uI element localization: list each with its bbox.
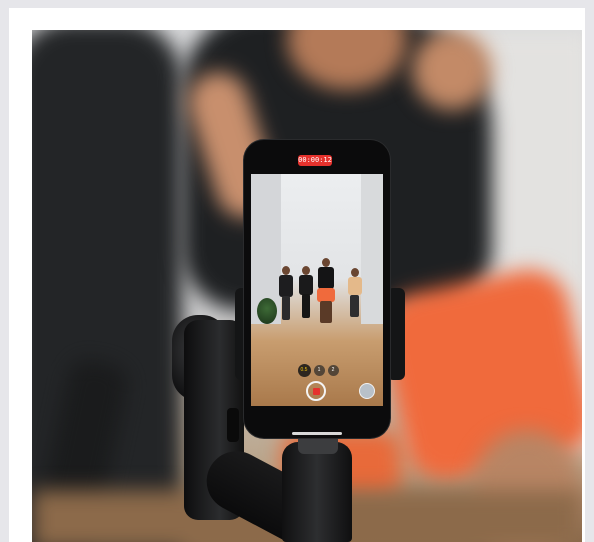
zoom-selector: 0.5 1 2 (297, 363, 339, 377)
background-dancer-hand (412, 30, 492, 110)
home-indicator (292, 432, 342, 435)
zoom-option[interactable]: 1 (313, 364, 325, 376)
stop-icon (312, 387, 320, 395)
room-wall-right (361, 174, 383, 324)
dancer-head (322, 258, 330, 267)
smartphone: 00:00:12 0.5 1 2 (244, 140, 390, 438)
dancer-shorts (317, 288, 335, 302)
zoom-option[interactable]: 0.5 (297, 363, 311, 377)
zoom-option[interactable]: 2 (327, 364, 339, 376)
gallery-thumbnail[interactable] (359, 383, 375, 399)
dancer-body (318, 267, 334, 289)
dancer-head (282, 266, 290, 275)
dancer-body (299, 275, 313, 295)
plant (257, 298, 277, 324)
dancer-legs (302, 294, 310, 318)
camera-viewfinder: 0.5 1 2 (251, 174, 383, 406)
dancer-legs (282, 296, 290, 320)
dancer-body (279, 275, 293, 297)
gimbal-handle (282, 442, 352, 542)
dancer-head (302, 266, 310, 275)
dancer-legs (320, 301, 332, 323)
dancer-body (348, 277, 362, 295)
recording-timer: 00:00:12 (298, 155, 332, 166)
gimbal-button (227, 408, 239, 442)
dancer-head (351, 268, 359, 277)
record-button[interactable] (306, 381, 326, 401)
dancer-legs (350, 295, 359, 317)
photo: 00:00:12 0.5 1 2 (32, 30, 582, 542)
